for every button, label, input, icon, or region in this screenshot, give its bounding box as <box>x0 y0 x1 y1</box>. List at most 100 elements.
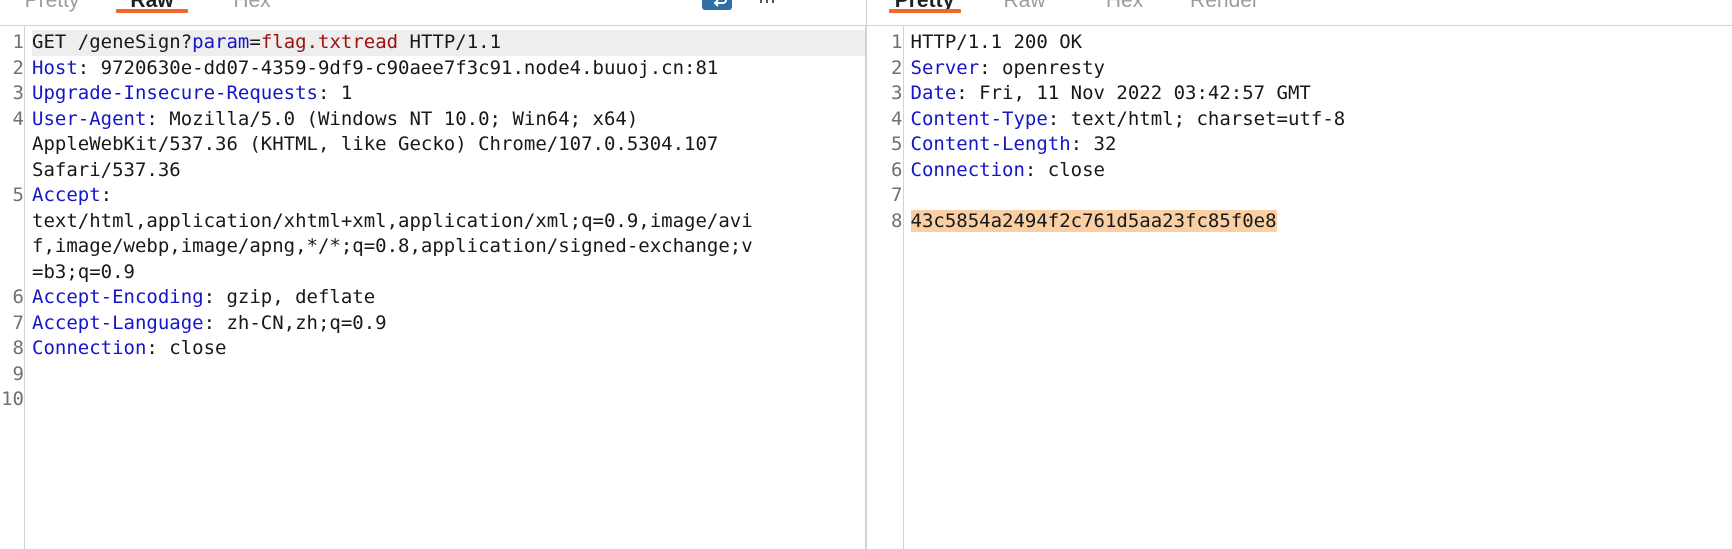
code-segment: Upgrade-Insecure-Requests <box>32 82 318 104</box>
http-message-viewer: Pretty Raw Hex 1 2 3 4 5 6 7 8 9 10 GET … <box>0 0 1732 550</box>
code-segment: : Fri, 11 Nov 2022 03:42:57 GMT <box>956 82 1311 104</box>
code-line[interactable]: Date: Fri, 11 Nov 2022 03:42:57 GMT <box>911 81 1732 107</box>
code-segment: HTTP/1.1 200 OK <box>910 31 1083 53</box>
minimize-icon <box>810 0 832 9</box>
tab-active-underline <box>888 9 961 13</box>
code-line[interactable]: Upgrade-Insecure-Requests: 1 <box>32 81 865 107</box>
code-segment: : openresty <box>979 56 1105 79</box>
code-line[interactable]: Content-Type: text/html; charset=utf-8 <box>911 107 1732 133</box>
line-number <box>0 260 24 286</box>
code-segment: : zh-CN,zh;q=0.9 <box>203 311 387 334</box>
tab-response-hex-label: Hex <box>1105 0 1144 12</box>
response-tabbar: Pretty Raw Hex Render <box>866 0 1732 25</box>
code-segment: Host <box>32 56 78 79</box>
code-line[interactable]: Accept: <box>32 183 865 209</box>
code-segment: : close <box>146 337 227 359</box>
tab-response-render-label: Render <box>1190 0 1259 12</box>
line-number: 9 <box>12 362 24 385</box>
filter-icon <box>758 0 780 10</box>
code-segment: : 1 <box>317 82 353 104</box>
code-line[interactable]: ​ <box>911 183 1732 209</box>
tab-response-pretty[interactable]: Pretty <box>875 0 975 16</box>
code-line[interactable]: HTTP/1.1 200 OK <box>911 30 1732 56</box>
line-number: 1 <box>891 31 903 53</box>
line-number: 2 <box>12 56 24 79</box>
code-segment: : Mozilla/5.0 (Windows NT 10.0; Win64; x… <box>146 107 639 130</box>
response-body-text[interactable]: HTTP/1.1 200 OK Server: openresty Date: Fr… <box>904 26 1732 550</box>
code-line[interactable]: =b3;q=0.9 <box>32 260 865 286</box>
code-segment: : 32 <box>1070 133 1117 155</box>
request-body-text[interactable]: GET /geneSign?param=flag.txtread HTTP/1.… <box>25 26 865 550</box>
code-line[interactable]: Host: 9720630e-dd07-4359-9df9-c90aee7f3c… <box>32 56 865 82</box>
line-number: 7 <box>891 184 903 206</box>
code-line[interactable]: Accept-Encoding: gzip, deflate <box>32 285 865 311</box>
request-toolbar <box>701 0 866 10</box>
code-segment: Content-Type <box>910 107 1048 130</box>
word-wrap-toggle[interactable] <box>701 0 732 10</box>
code-segment: HTTP/1.1 <box>398 31 502 53</box>
code-segment: Accept <box>32 184 101 206</box>
line-number: 7 <box>12 311 24 334</box>
tab-response-raw[interactable]: Raw <box>975 0 1075 16</box>
code-line[interactable]: Safari/537.36 <box>32 158 865 184</box>
line-number <box>0 158 24 184</box>
code-line[interactable]: ​ <box>32 387 865 413</box>
line-number: 6 <box>891 158 903 181</box>
code-segment: Accept-Language <box>32 311 204 334</box>
tab-request-raw[interactable]: Raw <box>102 0 202 16</box>
response-panel: Pretty Raw Hex Render 1 2 3 4 5 6 7 8 HTTP/1.1 … <box>865 0 1732 550</box>
line-number: 8 <box>12 337 24 359</box>
minimize-button[interactable] <box>806 0 836 10</box>
code-line[interactable]: Connection: close <box>911 158 1732 184</box>
code-segment: 43c5854a2494f2c761d5aa23fc85f0e8 <box>910 209 1277 232</box>
line-number: 6 <box>12 286 24 308</box>
code-line[interactable]: ​ <box>32 362 865 388</box>
tab-response-render[interactable]: Render <box>1175 0 1275 16</box>
code-line[interactable]: User-Agent: Mozilla/5.0 (Windows NT 10.0… <box>32 107 865 133</box>
tab-request-hex-label: Hex <box>233 0 271 12</box>
line-number: 3 <box>891 82 903 104</box>
code-segment: : 9720630e-dd07-4359-9df9-c90aee7f3c91.n… <box>77 56 719 79</box>
line-number: 4 <box>12 107 24 130</box>
line-number: 8 <box>891 209 903 232</box>
code-segment: GET /geneSign? <box>32 31 193 53</box>
code-segment: : close <box>1024 158 1105 181</box>
code-segment: Accept-Encoding <box>32 286 204 308</box>
code-line[interactable]: f,image/webp,image/apng,*/*;q=0.8,applic… <box>32 234 865 260</box>
response-editor[interactable]: 1 2 3 4 5 6 7 8 HTTP/1.1 200 OK Server: openrest… <box>866 25 1732 550</box>
line-number: 2 <box>891 56 903 79</box>
word-wrap-icon <box>701 0 732 10</box>
code-line[interactable]: text/html,application/xhtml+xml,applicat… <box>32 209 865 235</box>
response-tab-list: Pretty Raw Hex Render <box>875 0 1275 25</box>
code-segment: =b3;q=0.9 <box>32 260 135 283</box>
code-line[interactable]: AppleWebKit/537.36 (KHTML, like Gecko) C… <box>32 132 865 158</box>
tab-response-raw-label: Raw <box>1003 0 1046 12</box>
line-number: 4 <box>891 107 903 130</box>
code-segment: Server <box>910 56 980 79</box>
tab-request-hex[interactable]: Hex <box>202 0 302 16</box>
response-line-numbers: 1 2 3 4 5 6 7 8 <box>866 26 903 550</box>
code-segment: : <box>100 184 113 206</box>
tab-request-pretty[interactable]: Pretty <box>2 0 102 16</box>
code-line[interactable]: Content-Length: 32 <box>911 132 1732 158</box>
code-line[interactable]: Accept-Language: zh-CN,zh;q=0.9 <box>32 311 865 337</box>
code-segment: User-Agent <box>32 107 147 130</box>
code-line[interactable]: 43c5854a2494f2c761d5aa23fc85f0e8 <box>910 209 1732 235</box>
line-number <box>0 132 24 158</box>
code-segment: param <box>192 31 250 53</box>
line-number <box>0 209 24 235</box>
line-number: 5 <box>12 184 24 206</box>
line-number <box>0 234 24 260</box>
code-segment: f,image/webp,image/apng,*/*;q=0.8,applic… <box>32 235 753 257</box>
code-line[interactable]: Server: openresty <box>911 56 1732 82</box>
request-editor[interactable]: 1 2 3 4 5 6 7 8 9 10 GET /geneSign?param=flag.txt… <box>0 25 866 550</box>
code-line[interactable]: GET /geneSign?param=flag.txtread HTTP/1.… <box>32 30 865 56</box>
code-segment: Connection <box>32 337 147 359</box>
code-segment: = <box>249 31 261 53</box>
request-tabbar: Pretty Raw Hex <box>0 0 866 25</box>
tab-active-underline <box>116 9 188 13</box>
code-line[interactable]: Connection: close <box>32 336 865 362</box>
filter-search-button[interactable] <box>754 0 784 10</box>
tab-response-hex[interactable]: Hex <box>1075 0 1175 16</box>
code-segment: Safari/537.36 <box>32 158 181 181</box>
